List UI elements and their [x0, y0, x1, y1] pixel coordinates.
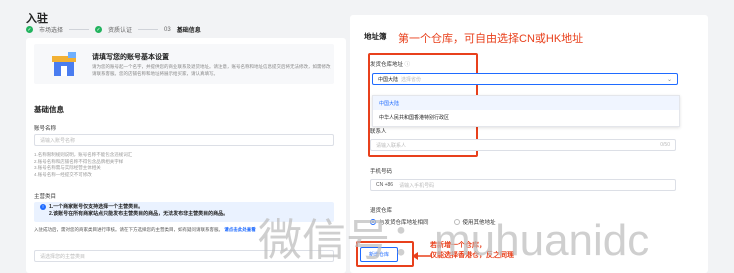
section-title-basic: 基础信息: [34, 105, 64, 114]
category-help-link[interactable]: 请点击此处查看: [224, 227, 256, 232]
account-name-hints: 1.名称限制规则说明，账号名称不能包含违规词汇 2.账号名称和店铺名称不得包含品…: [34, 152, 334, 178]
notice-line-2: 2.该账号在所有商家站点只能发布主营类目的商品，无法发布非主营类目的商品。: [49, 211, 229, 217]
select-value: 中国大陆: [378, 76, 399, 83]
chevron-down-icon: ⌄: [666, 76, 672, 83]
account-name-label: 账号名称: [34, 126, 57, 132]
category-label: 主营类目: [34, 194, 57, 200]
contact-placeholder: 请输入联系人: [376, 142, 407, 149]
address-book-title: 地址簿: [364, 32, 387, 41]
step-basic-info: 基础信息: [176, 28, 201, 34]
phone-label: 手机号码: [370, 169, 393, 175]
info-icon: !: [40, 204, 46, 210]
category-desc-text: 入驻成功后，需对您的商家类目进行审核。请在下方选择您的主营类目，如有疑问请联系客…: [34, 227, 223, 232]
intro-description: 请为您的账号起一个名字，并提供您的商业联系及退货地址。请注意，账号名称和地址信息…: [92, 64, 331, 76]
progress-steps: ✓ 市场选择 ✓ 资质认证 03 基础信息: [26, 25, 201, 34]
store-illustration-icon: [52, 52, 76, 76]
step-qualification: 资质认证: [108, 28, 133, 34]
step-divider: [69, 29, 90, 30]
region-dropdown: 中国大陆 中华人民共和国香港特别行政区: [372, 95, 680, 127]
page-title: 入驻: [26, 13, 48, 25]
option-mainland-china[interactable]: 中国大陆: [373, 96, 679, 110]
contact-input[interactable]: 请输入联系人 0/50: [370, 139, 676, 151]
account-name-input[interactable]: 请输入账号名称: [34, 134, 334, 146]
hint-line: 4.账号名称一经提交不可修改: [34, 171, 92, 177]
notice-line-1: 1.一个商家账号仅支持选择一个主营类目。: [49, 204, 144, 210]
char-counter: 0/50: [660, 142, 670, 148]
select-placeholder: 选择省份: [401, 76, 422, 83]
step-market: 市场选择: [39, 28, 64, 34]
contact-label: 联系人: [370, 129, 387, 135]
phone-placeholder: 请输入手机号码: [399, 182, 435, 189]
phone-input[interactable]: CN +86 请输入手机号码: [370, 179, 676, 191]
annotation-first-warehouse: 第一个仓库，可自由选择CN或HK地址: [398, 33, 584, 45]
check-icon: ✓: [95, 26, 103, 33]
intro-title: 请填写您的账号基本设置: [92, 54, 169, 61]
warehouse-region-select[interactable]: 中国大陆 选择省份 ⌄: [372, 73, 678, 85]
step-divider: [138, 29, 159, 30]
check-icon: ✓: [26, 26, 33, 33]
option-hong-kong[interactable]: 中华人民共和国香港特别行政区: [373, 110, 679, 124]
intro-banner: 请填写您的账号基本设置 请为您的账号起一个名字，并提供您的商业联系及退货地址。请…: [34, 44, 334, 84]
watermark-text: 微信号：muhuanidc: [258, 216, 650, 265]
step-number: 03: [164, 26, 171, 33]
country-code[interactable]: CN +86: [376, 182, 393, 188]
